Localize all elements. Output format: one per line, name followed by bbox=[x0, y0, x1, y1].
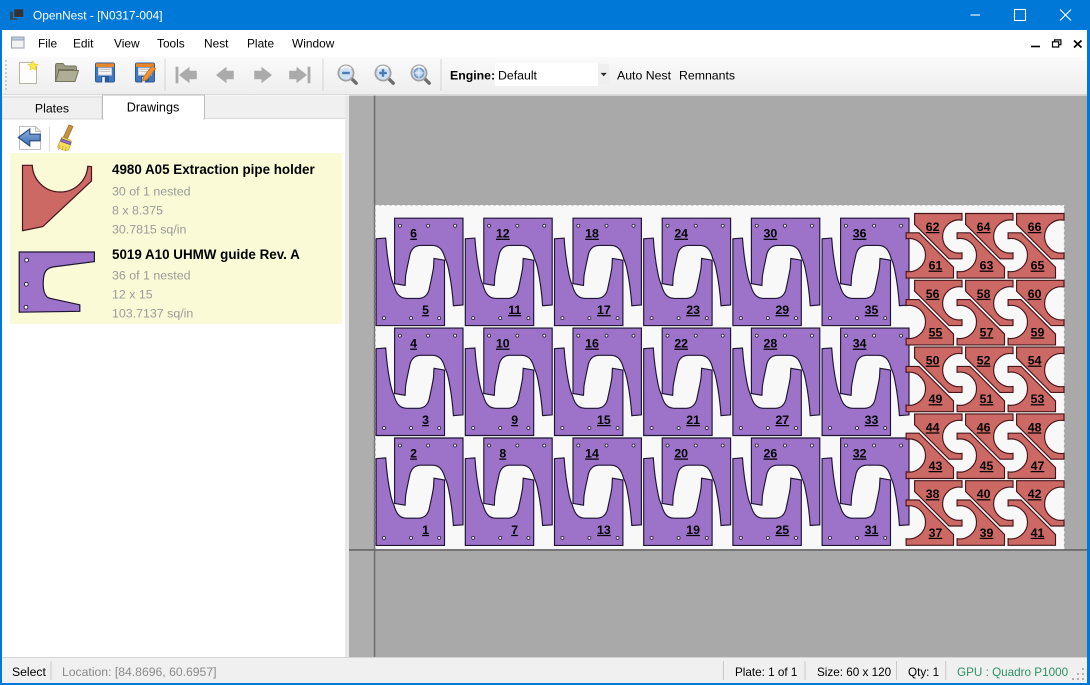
svg-text:7: 7 bbox=[511, 523, 518, 537]
svg-text:37: 37 bbox=[929, 526, 943, 540]
svg-text:Default: Default bbox=[498, 69, 538, 83]
svg-text:63: 63 bbox=[980, 259, 994, 273]
svg-text:10: 10 bbox=[496, 337, 510, 351]
svg-text:30.7815 sq/in: 30.7815 sq/in bbox=[112, 223, 187, 237]
svg-text:4980 A05 Extraction pipe holde: 4980 A05 Extraction pipe holder bbox=[112, 162, 315, 177]
svg-text:17: 17 bbox=[597, 303, 611, 317]
svg-text:22: 22 bbox=[674, 337, 688, 351]
svg-text:12: 12 bbox=[496, 227, 510, 241]
svg-text:103.7137 sq/in: 103.7137 sq/in bbox=[112, 307, 193, 321]
svg-text:OpenNest - [N0317-004]: OpenNest - [N0317-004] bbox=[33, 9, 163, 23]
svg-text:8: 8 bbox=[499, 447, 506, 461]
svg-text:57: 57 bbox=[980, 325, 994, 339]
svg-text:24: 24 bbox=[674, 227, 688, 241]
svg-text:51: 51 bbox=[980, 392, 994, 406]
svg-text:21: 21 bbox=[686, 413, 700, 427]
svg-text:55: 55 bbox=[929, 325, 943, 339]
svg-text:14: 14 bbox=[585, 447, 599, 461]
svg-text:32: 32 bbox=[853, 447, 867, 461]
svg-text:30 of 1 nested: 30 of 1 nested bbox=[112, 185, 191, 199]
svg-text:60: 60 bbox=[1028, 287, 1042, 301]
svg-text:23: 23 bbox=[686, 303, 700, 317]
svg-text:Remnants: Remnants bbox=[679, 69, 735, 83]
svg-text:47: 47 bbox=[1031, 459, 1045, 473]
svg-text:50: 50 bbox=[926, 354, 940, 368]
svg-text:56: 56 bbox=[926, 287, 940, 301]
svg-text:29: 29 bbox=[775, 303, 789, 317]
svg-text:12 x 15: 12 x 15 bbox=[112, 288, 153, 302]
svg-text:Tools: Tools bbox=[157, 37, 185, 51]
svg-text:48: 48 bbox=[1028, 420, 1042, 434]
svg-text:66: 66 bbox=[1028, 220, 1042, 234]
svg-text:31: 31 bbox=[865, 523, 879, 537]
svg-text:Drawings: Drawings bbox=[127, 101, 180, 115]
svg-text:43: 43 bbox=[929, 459, 943, 473]
svg-text:36 of 1 nested: 36 of 1 nested bbox=[112, 269, 191, 283]
svg-text:35: 35 bbox=[865, 303, 879, 317]
svg-text:5: 5 bbox=[422, 303, 429, 317]
svg-text:20: 20 bbox=[674, 447, 688, 461]
svg-text:1: 1 bbox=[422, 523, 429, 537]
svg-text:58: 58 bbox=[977, 287, 991, 301]
svg-text:25: 25 bbox=[775, 523, 789, 537]
svg-text:Qty: 1: Qty: 1 bbox=[908, 666, 939, 679]
svg-text:49: 49 bbox=[929, 392, 943, 406]
svg-text:Auto Nest: Auto Nest bbox=[617, 69, 672, 83]
svg-text:33: 33 bbox=[865, 413, 879, 427]
svg-text:19: 19 bbox=[686, 523, 700, 537]
svg-text:Window: Window bbox=[292, 37, 335, 51]
svg-text:64: 64 bbox=[977, 220, 991, 234]
svg-text:34: 34 bbox=[853, 337, 867, 351]
svg-text:Engine:: Engine: bbox=[450, 69, 495, 83]
svg-text:15: 15 bbox=[597, 413, 611, 427]
svg-text:42: 42 bbox=[1028, 487, 1042, 501]
svg-text:39: 39 bbox=[980, 526, 994, 540]
svg-text:41: 41 bbox=[1031, 526, 1045, 540]
svg-text:16: 16 bbox=[585, 337, 599, 351]
svg-text:45: 45 bbox=[980, 459, 994, 473]
svg-text:File: File bbox=[38, 37, 58, 51]
svg-text:13: 13 bbox=[597, 523, 611, 537]
svg-text:Location: [84.8696, 60.6957]: Location: [84.8696, 60.6957] bbox=[62, 665, 217, 679]
svg-text:3: 3 bbox=[422, 413, 429, 427]
svg-text:26: 26 bbox=[764, 447, 778, 461]
svg-text:62: 62 bbox=[926, 220, 940, 234]
svg-text:61: 61 bbox=[929, 259, 943, 273]
svg-text:53: 53 bbox=[1031, 392, 1045, 406]
svg-text:Size: 60 x 120: Size: 60 x 120 bbox=[817, 666, 892, 679]
svg-text:65: 65 bbox=[1031, 259, 1045, 273]
svg-text:4: 4 bbox=[410, 337, 417, 351]
svg-text:54: 54 bbox=[1028, 354, 1042, 368]
svg-text:Plate: Plate bbox=[247, 37, 274, 51]
svg-text:28: 28 bbox=[764, 337, 778, 351]
svg-text:59: 59 bbox=[1031, 325, 1045, 339]
svg-text:11: 11 bbox=[508, 303, 521, 317]
svg-text:36: 36 bbox=[853, 227, 867, 241]
svg-text:Nest: Nest bbox=[204, 37, 229, 51]
svg-text:Edit: Edit bbox=[73, 37, 94, 51]
svg-text:View: View bbox=[114, 37, 140, 51]
svg-text:Plate: 1 of 1: Plate: 1 of 1 bbox=[735, 666, 797, 679]
svg-text:Plates: Plates bbox=[35, 102, 69, 116]
svg-text:9: 9 bbox=[511, 413, 518, 427]
svg-text:44: 44 bbox=[926, 420, 940, 434]
svg-text:46: 46 bbox=[977, 420, 991, 434]
svg-text:8 x 8.375: 8 x 8.375 bbox=[112, 204, 163, 218]
svg-text:40: 40 bbox=[977, 487, 991, 501]
svg-text:Select: Select bbox=[12, 665, 46, 679]
svg-text:18: 18 bbox=[585, 227, 599, 241]
svg-text:38: 38 bbox=[926, 487, 940, 501]
svg-text:GPU : Quadro P1000: GPU : Quadro P1000 bbox=[957, 666, 1069, 679]
svg-text:6: 6 bbox=[410, 227, 417, 241]
svg-text:27: 27 bbox=[775, 413, 789, 427]
svg-text:5019 A10 UHMW guide Rev. A: 5019 A10 UHMW guide Rev. A bbox=[112, 247, 300, 262]
svg-text:2: 2 bbox=[410, 447, 417, 461]
svg-text:52: 52 bbox=[977, 354, 991, 368]
svg-text:30: 30 bbox=[764, 227, 778, 241]
